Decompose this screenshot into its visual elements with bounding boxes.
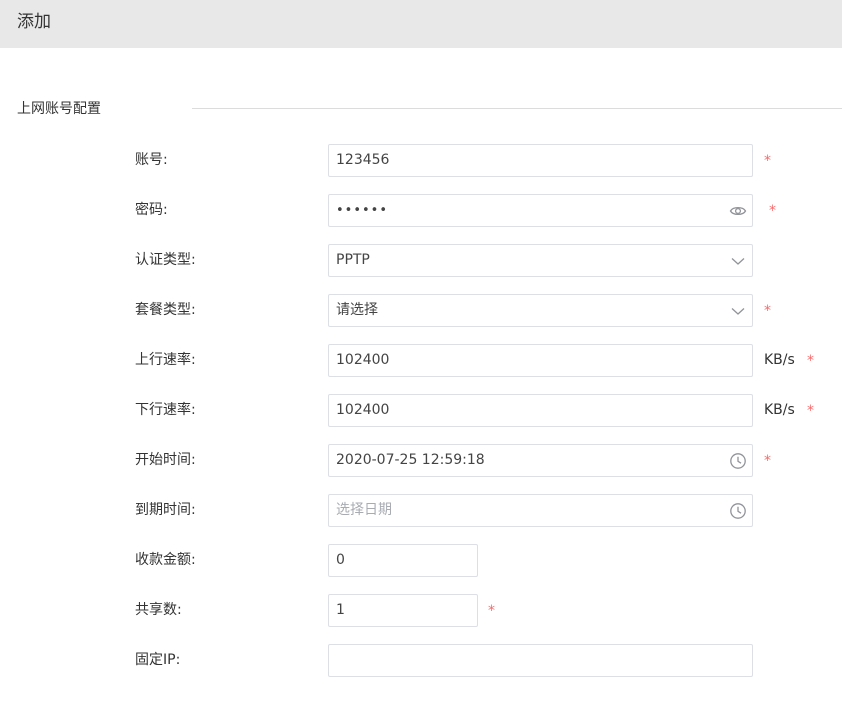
chevron-down-icon bbox=[729, 252, 747, 270]
start-time-label: 开始时间: bbox=[135, 452, 196, 468]
share-count-input[interactable]: 1 bbox=[328, 594, 478, 627]
package-type-select[interactable]: 请选择 bbox=[328, 294, 753, 327]
chevron-down-icon bbox=[729, 302, 747, 320]
expire-time-picker[interactable]: 选择日期 bbox=[328, 494, 753, 527]
form-row-package-type: 套餐类型: 请选择 * bbox=[0, 294, 842, 327]
form-row-account: 账号: 123456 * bbox=[0, 144, 842, 177]
required-marker: * bbox=[769, 203, 776, 219]
form-row-upload-rate: 上行速率: 102400 KB/s * bbox=[0, 344, 842, 377]
section-divider bbox=[192, 108, 842, 109]
auth-type-label: 认证类型: bbox=[135, 252, 196, 268]
required-marker: * bbox=[488, 603, 495, 619]
form-row-start-time: 开始时间: 2020-07-25 12:59:18 * bbox=[0, 444, 842, 477]
amount-label: 收款金额: bbox=[135, 552, 196, 568]
section-title: 上网账号配置 bbox=[17, 101, 101, 117]
upload-rate-input[interactable]: 102400 bbox=[328, 344, 753, 377]
required-marker: * bbox=[807, 353, 814, 369]
form-row-password: 密码: •••••• * bbox=[0, 194, 842, 227]
password-input[interactable]: •••••• bbox=[328, 194, 753, 227]
expire-time-label: 到期时间: bbox=[135, 502, 196, 518]
form-row-auth-type: 认证类型: PPTP bbox=[0, 244, 842, 277]
fixed-ip-input[interactable] bbox=[328, 644, 753, 677]
page-header: 添加 bbox=[0, 0, 842, 48]
password-label: 密码: bbox=[135, 202, 168, 218]
upload-rate-unit: KB/s bbox=[764, 352, 795, 368]
form-row-download-rate: 下行速率: 102400 KB/s * bbox=[0, 394, 842, 427]
start-time-value: 2020-07-25 12:59:18 bbox=[336, 452, 485, 468]
account-label: 账号: bbox=[135, 152, 168, 168]
share-count-label: 共享数: bbox=[135, 602, 182, 618]
expire-time-placeholder: 选择日期 bbox=[336, 502, 392, 518]
eye-icon[interactable] bbox=[729, 202, 747, 220]
amount-value: 0 bbox=[336, 552, 345, 568]
account-input[interactable]: 123456 bbox=[328, 144, 753, 177]
upload-rate-label: 上行速率: bbox=[135, 352, 196, 368]
clock-icon bbox=[729, 502, 747, 520]
required-marker: * bbox=[764, 303, 771, 319]
form-row-share-count: 共享数: 1 * bbox=[0, 594, 842, 627]
auth-type-value: PPTP bbox=[336, 252, 370, 268]
download-rate-unit: KB/s bbox=[764, 402, 795, 418]
form-row-expire-time: 到期时间: 选择日期 bbox=[0, 494, 842, 527]
required-marker: * bbox=[764, 153, 771, 169]
password-value: •••••• bbox=[336, 203, 389, 218]
fixed-ip-label: 固定IP: bbox=[135, 652, 181, 668]
upload-rate-value: 102400 bbox=[336, 352, 390, 368]
account-value: 123456 bbox=[336, 152, 390, 168]
package-type-placeholder: 请选择 bbox=[336, 302, 378, 318]
package-type-label: 套餐类型: bbox=[135, 302, 196, 318]
auth-type-select[interactable]: PPTP bbox=[328, 244, 753, 277]
form-row-fixed-ip: 固定IP: bbox=[0, 644, 842, 677]
download-rate-input[interactable]: 102400 bbox=[328, 394, 753, 427]
form-row-amount: 收款金额: 0 bbox=[0, 544, 842, 577]
page-title: 添加 bbox=[17, 12, 51, 32]
required-marker: * bbox=[807, 403, 814, 419]
required-marker: * bbox=[764, 453, 771, 469]
start-time-picker[interactable]: 2020-07-25 12:59:18 bbox=[328, 444, 753, 477]
amount-input[interactable]: 0 bbox=[328, 544, 478, 577]
download-rate-value: 102400 bbox=[336, 402, 390, 418]
clock-icon bbox=[729, 452, 747, 470]
download-rate-label: 下行速率: bbox=[135, 402, 196, 418]
share-count-value: 1 bbox=[336, 602, 345, 618]
